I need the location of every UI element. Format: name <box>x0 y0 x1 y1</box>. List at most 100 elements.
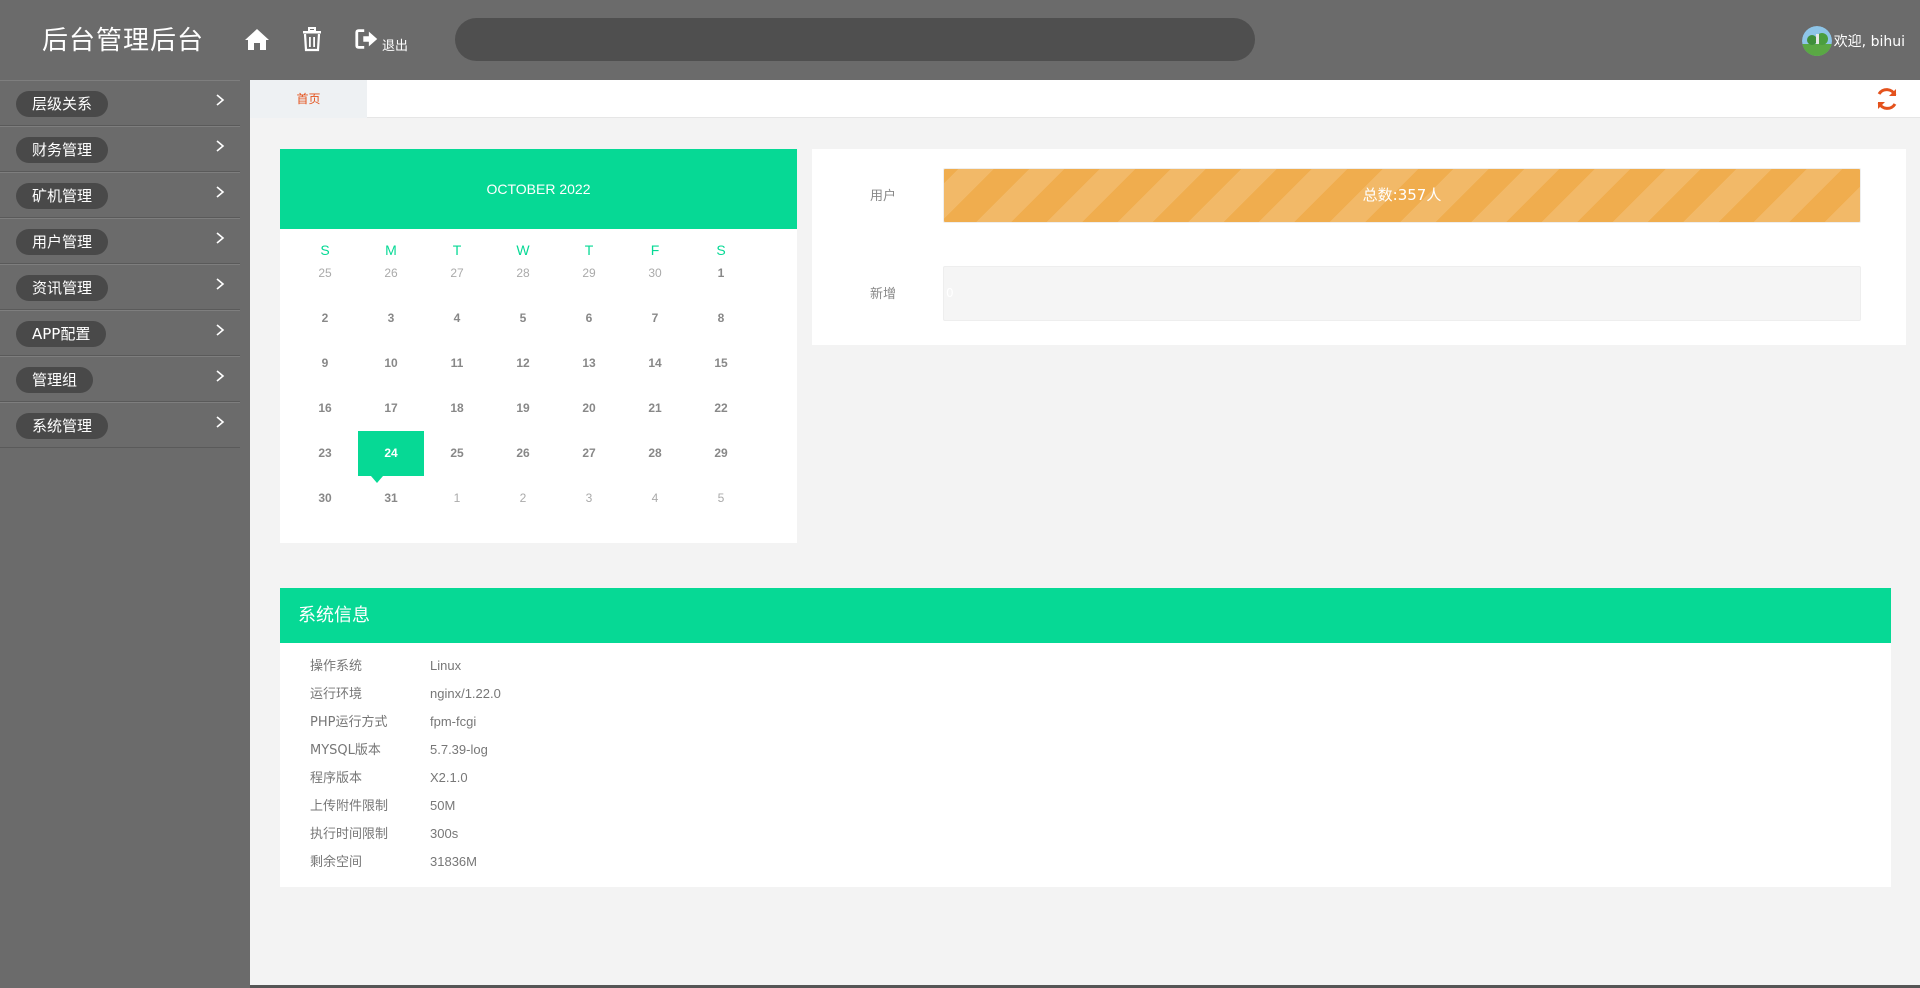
calendar-day[interactable]: 5 <box>490 296 556 341</box>
sidebar-item-app-config[interactable]: APP配置 <box>0 310 240 356</box>
calendar-day[interactable]: 8 <box>688 296 754 341</box>
user-total-text: 总数:357人 <box>1362 186 1442 204</box>
calendar-day[interactable]: 20 <box>556 386 622 431</box>
list-item: 运行环境 nginx/1.22.0 <box>310 680 501 708</box>
avatar <box>1801 26 1832 56</box>
info-value: X2.1.0 <box>430 770 468 785</box>
calendar-day[interactable]: 13 <box>556 341 622 386</box>
search-input[interactable] <box>455 18 1255 61</box>
home-icon <box>245 29 269 50</box>
logout-button[interactable]: 退出 <box>354 25 408 54</box>
calendar-day[interactable]: 17 <box>358 386 424 431</box>
chevron-right-icon <box>216 278 225 290</box>
calendar-day[interactable]: 11 <box>424 341 490 386</box>
calendar-day[interactable]: 26 <box>358 251 424 296</box>
system-info-title: 系统信息 <box>280 588 1891 643</box>
calendar-day[interactable]: 3 <box>556 476 622 521</box>
sidebar-item-admin-group[interactable]: 管理组 <box>0 356 240 402</box>
chevron-right-icon <box>216 232 225 244</box>
calendar-day[interactable]: 25 <box>292 251 358 296</box>
info-value: 50M <box>430 798 456 813</box>
sidebar-item-users[interactable]: 用户管理 <box>0 218 240 264</box>
calendar-day[interactable]: 4 <box>424 296 490 341</box>
info-key: 操作系统 <box>310 659 363 674</box>
calendar-day[interactable]: 7 <box>622 296 688 341</box>
chevron-right-icon <box>216 140 225 152</box>
calendar-day[interactable]: 24 <box>358 431 424 483</box>
calendar-day[interactable]: 18 <box>424 386 490 431</box>
calendar-day[interactable]: 31 <box>358 476 424 521</box>
calendar-day[interactable]: 19 <box>490 386 556 431</box>
refresh-icon[interactable] <box>1874 86 1900 112</box>
sidebar-item-system[interactable]: 系统管理 <box>0 402 240 448</box>
calendar-day[interactable]: 27 <box>556 431 622 476</box>
calendar-day[interactable]: 2 <box>490 476 556 521</box>
tab-bar: 首页 <box>250 80 1920 118</box>
calendar-day[interactable]: 2 <box>292 296 358 341</box>
calendar-day[interactable]: 29 <box>688 431 754 476</box>
new-users-text: 0 <box>946 286 954 300</box>
sidebar-item-hierarchy[interactable]: 层级关系 <box>0 80 240 126</box>
user-stat-label: 用户 <box>870 189 897 204</box>
calendar-day[interactable]: 4 <box>622 476 688 521</box>
info-value: fpm-fcgi <box>430 714 477 729</box>
info-key: 剩余空间 <box>310 855 363 870</box>
clear-cache-button[interactable] <box>298 25 326 53</box>
sidebar-item-miners[interactable]: 矿机管理 <box>0 172 240 218</box>
user-stats-panel: 用户 总数:357人 新增 0 <box>812 149 1906 345</box>
calendar-day[interactable]: 16 <box>292 386 358 431</box>
info-value: 300s <box>430 826 459 841</box>
info-value: nginx/1.22.0 <box>430 686 501 701</box>
info-key: 运行环境 <box>310 687 363 702</box>
sign-out-icon <box>355 29 378 49</box>
calendar-day[interactable]: 15 <box>688 341 754 386</box>
list-item: MYSQL版本 5.7.39-log <box>310 736 488 764</box>
calendar-day[interactable]: 21 <box>622 386 688 431</box>
calendar-day[interactable]: 26 <box>490 431 556 476</box>
chevron-right-icon <box>216 370 225 382</box>
calendar-day[interactable]: 23 <box>292 431 358 476</box>
sidebar-item-label: 用户管理 <box>16 229 109 255</box>
calendar-day[interactable]: 27 <box>424 251 490 296</box>
new-stat-label: 新增 <box>870 287 897 302</box>
sidebar-item-label: 财务管理 <box>16 137 109 163</box>
info-key: 上传附件限制 <box>310 799 389 814</box>
info-key: 执行时间限制 <box>310 827 389 842</box>
list-item: 执行时间限制 300s <box>310 820 458 848</box>
sidebar-item-label: 层级关系 <box>16 91 109 117</box>
user-menu[interactable]: 欢迎, bihui <box>1801 26 1905 56</box>
list-item: 上传附件限制 50M <box>310 792 455 820</box>
calendar-day[interactable]: 28 <box>490 251 556 296</box>
info-value: 31836M <box>430 854 477 869</box>
calendar-day[interactable]: 1 <box>688 251 754 296</box>
calendar-day[interactable]: 30 <box>622 251 688 296</box>
info-key: MYSQL版本 <box>310 743 381 758</box>
sidebar-item-label: 系统管理 <box>16 413 109 439</box>
calendar-day[interactable]: 22 <box>688 386 754 431</box>
calendar-day[interactable]: 6 <box>556 296 622 341</box>
user-total-progress: 总数:357人 <box>943 168 1861 223</box>
calendar-day[interactable]: 12 <box>490 341 556 386</box>
calendar-day[interactable]: 25 <box>424 431 490 476</box>
sidebar-item-label: 管理组 <box>16 367 94 393</box>
calendar-month-title: OCTOBER 2022 <box>280 149 797 229</box>
list-item: 剩余空间 31836M <box>310 848 477 876</box>
calendar-day[interactable]: 5 <box>688 476 754 521</box>
calendar-day[interactable]: 29 <box>556 251 622 296</box>
calendar-day[interactable]: 28 <box>622 431 688 476</box>
sidebar-item-news[interactable]: 资讯管理 <box>0 264 240 310</box>
calendar-day[interactable]: 10 <box>358 341 424 386</box>
home-button[interactable] <box>243 25 271 53</box>
calendar-day[interactable]: 1 <box>424 476 490 521</box>
app-title: 后台管理后台 <box>42 26 205 56</box>
trash-icon <box>303 27 321 52</box>
sidebar-item-finance[interactable]: 财务管理 <box>0 126 240 172</box>
chevron-right-icon <box>216 94 225 106</box>
calendar-day[interactable]: 14 <box>622 341 688 386</box>
list-item: 程序版本 X2.1.0 <box>310 764 468 792</box>
calendar-day[interactable]: 3 <box>358 296 424 341</box>
tab-home[interactable]: 首页 <box>250 80 367 118</box>
calendar-day[interactable]: 30 <box>292 476 358 521</box>
calendar-day[interactable]: 9 <box>292 341 358 386</box>
info-value: Linux <box>430 658 462 673</box>
